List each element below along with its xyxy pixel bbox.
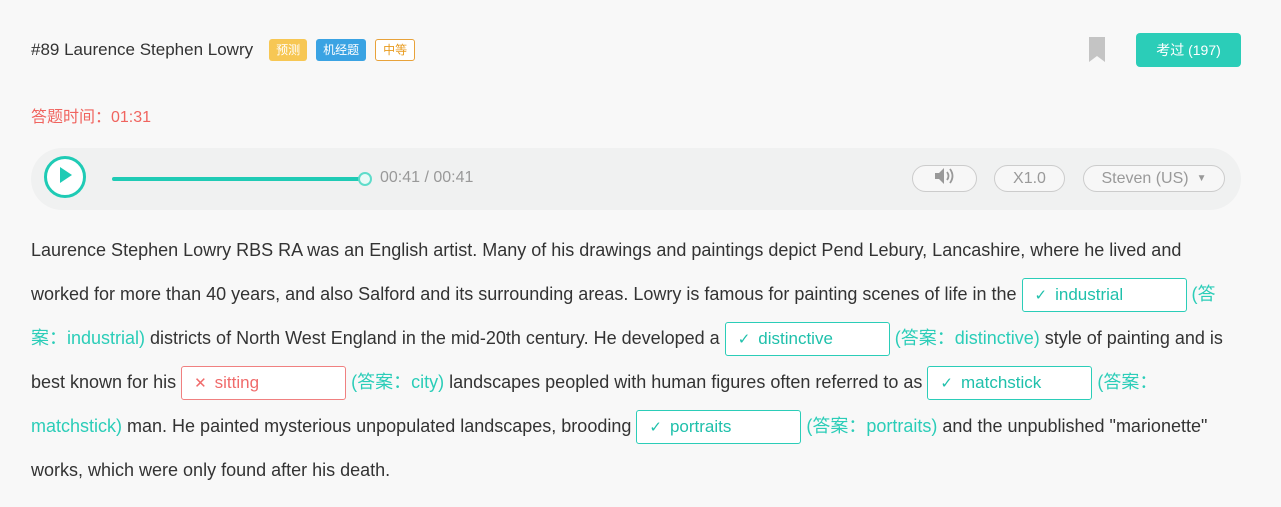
play-button[interactable]	[44, 156, 86, 198]
volume-button[interactable]	[912, 165, 977, 192]
passed-count-button[interactable]: 考过 (197)	[1136, 33, 1241, 67]
progress-handle[interactable]	[358, 172, 372, 186]
correct-answer: (答案：city)	[351, 372, 445, 392]
audio-player: 00:41 / 00:41 X1.0 Steven (US) ▼	[31, 148, 1241, 210]
answer-timer: 答题时间：01:31	[31, 109, 152, 126]
question-header: #89 Laurence Stephen Lowry 预测 机经题 中等	[31, 36, 424, 64]
check-icon: ✓	[1034, 287, 1048, 305]
passage-text: districts of North West England in the m…	[150, 328, 725, 348]
tag-predict: 预测	[269, 39, 308, 61]
check-icon: ✓	[940, 375, 953, 393]
passage-text: Laurence Stephen Lowry RBS RA was an Eng…	[31, 240, 1182, 304]
answer-blank-2[interactable]: ✓ distinctive	[724, 322, 890, 357]
blank-value: industrial	[1055, 285, 1124, 305]
check-icon: ✓	[649, 419, 662, 437]
answer-blank-1[interactable]: ✓ industrial	[1021, 278, 1187, 313]
passage-text: landscapes peopled with human figures of…	[449, 372, 928, 392]
question-title: #89 Laurence Stephen Lowry	[31, 40, 254, 59]
fill-in-passage: Laurence Stephen Lowry RBS RA was an Eng…	[31, 228, 1241, 492]
blank-value: matchstick	[960, 373, 1042, 393]
check-icon: ✓	[737, 331, 751, 349]
volume-icon	[934, 167, 956, 190]
blank-value: portraits	[669, 417, 732, 437]
caret-down-icon: ▼	[1196, 173, 1207, 184]
correct-answer: (答案：distinctive)	[894, 328, 1040, 348]
answer-blank-3[interactable]: ✕ sitting	[181, 366, 347, 401]
playback-speed-button[interactable]: X1.0	[994, 165, 1065, 192]
answer-blank-4[interactable]: ✓ matchstick	[927, 366, 1093, 401]
tag-difficulty: 中等	[375, 39, 416, 61]
passage-text: man. He painted mysterious unpopulated l…	[127, 416, 637, 436]
playback-time: 00:41 / 00:41	[380, 169, 474, 186]
progress-fill	[112, 177, 364, 181]
blank-value: sitting	[214, 373, 260, 393]
bookmark-icon[interactable]	[1089, 37, 1105, 62]
cross-icon: ✕	[194, 375, 207, 393]
tag-machine-question: 机经题	[316, 39, 367, 61]
voice-select[interactable]: Steven (US) ▼	[1083, 165, 1225, 192]
correct-answer: (答案：portraits)	[806, 416, 938, 436]
voice-label: Steven (US)	[1101, 169, 1189, 187]
answer-blank-5[interactable]: ✓ portraits	[636, 410, 802, 445]
blank-value: distinctive	[758, 329, 833, 349]
play-icon	[57, 166, 73, 189]
progress-track[interactable]	[112, 177, 364, 181]
